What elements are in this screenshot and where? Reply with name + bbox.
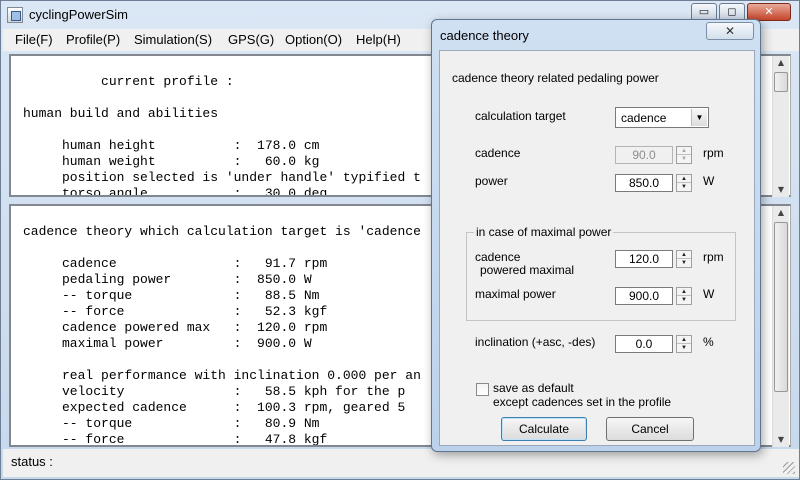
power-label: power xyxy=(475,174,508,188)
group-legend: in case of maximal power xyxy=(474,225,614,239)
menu-simulation[interactable]: Simulation(S) xyxy=(134,32,212,47)
scroll-thumb[interactable] xyxy=(774,72,788,92)
cancel-button[interactable]: Cancel xyxy=(606,417,694,441)
scroll-down-icon[interactable]: ▼ xyxy=(773,433,789,447)
resize-grip-icon[interactable] xyxy=(783,462,795,474)
scroll-thumb[interactable] xyxy=(774,222,788,392)
cadence-max-label-2: powered maximal xyxy=(480,263,575,277)
menu-file[interactable]: File(F) xyxy=(15,32,53,47)
text-line: cadence : 91.7 rpm xyxy=(23,256,328,271)
inclination-stepper[interactable]: ▲ ▼ xyxy=(676,335,692,353)
power-unit: W xyxy=(703,174,715,188)
cadence-max-stepper[interactable]: ▲ ▼ xyxy=(676,250,692,268)
status-bar: status : xyxy=(3,449,799,477)
text-line: cadence powered max : 120.0 rpm xyxy=(23,320,328,335)
cadence-input[interactable]: 90.0 xyxy=(615,146,673,164)
cadence-max-unit: rpm xyxy=(703,250,724,264)
app-icon xyxy=(7,7,23,23)
max-power-input[interactable]: 900.0 xyxy=(615,287,673,305)
dialog-heading: cadence theory related pedaling power xyxy=(452,71,659,85)
menu-option[interactable]: Option(O) xyxy=(285,32,342,47)
menu-help[interactable]: Help(H) xyxy=(356,32,401,47)
cadence-stepper[interactable]: ▲ ▼ xyxy=(676,146,692,164)
inclination-input[interactable]: 0.0 xyxy=(615,335,673,353)
stepper-up-icon[interactable]: ▲ xyxy=(677,251,691,259)
text-line: expected cadence : 100.3 rpm, geared 5 xyxy=(23,400,406,415)
cadence-max-label: cadence xyxy=(475,250,521,264)
text-line: velocity : 58.5 kph for the p xyxy=(23,384,406,399)
save-default-label: save as default xyxy=(493,381,574,395)
max-power-stepper[interactable]: ▲ ▼ xyxy=(676,287,692,305)
calc-target-label: calculation target xyxy=(475,109,566,123)
calculate-button[interactable]: Calculate xyxy=(501,417,587,441)
calc-target-value: cadence xyxy=(621,111,667,125)
text-line: -- torque : 88.5 Nm xyxy=(23,288,320,303)
scroll-up-icon[interactable]: ▲ xyxy=(773,206,789,220)
power-stepper[interactable]: ▲ ▼ xyxy=(676,174,692,192)
max-power-label: maximal power xyxy=(475,287,556,301)
inclination-unit: % xyxy=(703,335,714,349)
text-line: torso angle : 30.0 deg xyxy=(23,186,328,197)
text-line: real performance with inclination 0.000 … xyxy=(23,368,421,383)
menu-gps[interactable]: GPS(G) xyxy=(228,32,274,47)
save-default-checkbox[interactable] xyxy=(476,383,489,396)
text-line: human height : 178.0 cm xyxy=(23,138,320,153)
cadence-label: cadence xyxy=(475,146,521,160)
stepper-down-icon[interactable]: ▼ xyxy=(677,296,691,304)
dialog-close-button[interactable]: ✕ xyxy=(706,22,754,40)
text-line: human build and abilities xyxy=(23,106,219,121)
scroll-down-icon[interactable]: ▼ xyxy=(773,183,789,197)
dialog-title: cadence theory xyxy=(440,28,529,43)
cadence-theory-dialog: cadence theory ✕ cadence theory related … xyxy=(431,19,761,452)
text-line: pedaling power : 850.0 W xyxy=(23,272,312,287)
app-title: cyclingPowerSim xyxy=(29,7,128,22)
menu-profile[interactable]: Profile(P) xyxy=(66,32,120,47)
stepper-up-icon[interactable]: ▲ xyxy=(677,288,691,296)
dialog-body: cadence theory related pedaling power ca… xyxy=(439,50,755,446)
result-scrollbar[interactable]: ▲ ▼ xyxy=(772,206,789,447)
save-default-label-2: except cadences set in the profile xyxy=(493,395,672,409)
chevron-down-icon[interactable]: ▼ xyxy=(691,109,707,126)
stepper-down-icon[interactable]: ▼ xyxy=(677,183,691,191)
text-line: position selected is 'under handle' typi… xyxy=(23,170,421,185)
stepper-down-icon[interactable]: ▼ xyxy=(677,155,691,163)
scroll-up-icon[interactable]: ▲ xyxy=(773,56,789,70)
text-line: human weight : 60.0 kg xyxy=(23,154,320,169)
stepper-up-icon[interactable]: ▲ xyxy=(677,336,691,344)
power-input[interactable]: 850.0 xyxy=(615,174,673,192)
cadence-unit: rpm xyxy=(703,146,724,160)
text-line: -- force : 47.8 kgf xyxy=(23,432,328,447)
calc-target-select[interactable]: cadence ▼ xyxy=(615,107,709,128)
text-line: -- torque : 80.9 Nm xyxy=(23,416,320,431)
status-text: status : xyxy=(11,454,53,469)
text-line: -- force : 52.3 kgf xyxy=(23,304,328,319)
max-power-unit: W xyxy=(703,287,715,301)
stepper-up-icon[interactable]: ▲ xyxy=(677,147,691,155)
stepper-down-icon[interactable]: ▼ xyxy=(677,259,691,267)
text-line: current profile : xyxy=(23,74,234,89)
cadence-max-input[interactable]: 120.0 xyxy=(615,250,673,268)
inclination-label: inclination (+asc, -des) xyxy=(475,335,596,349)
stepper-down-icon[interactable]: ▼ xyxy=(677,344,691,352)
stepper-up-icon[interactable]: ▲ xyxy=(677,175,691,183)
profile-scrollbar[interactable]: ▲ ▼ xyxy=(772,56,789,197)
text-line: cadence theory which calculation target … xyxy=(23,224,421,239)
text-line: maximal power : 900.0 W xyxy=(23,336,312,351)
